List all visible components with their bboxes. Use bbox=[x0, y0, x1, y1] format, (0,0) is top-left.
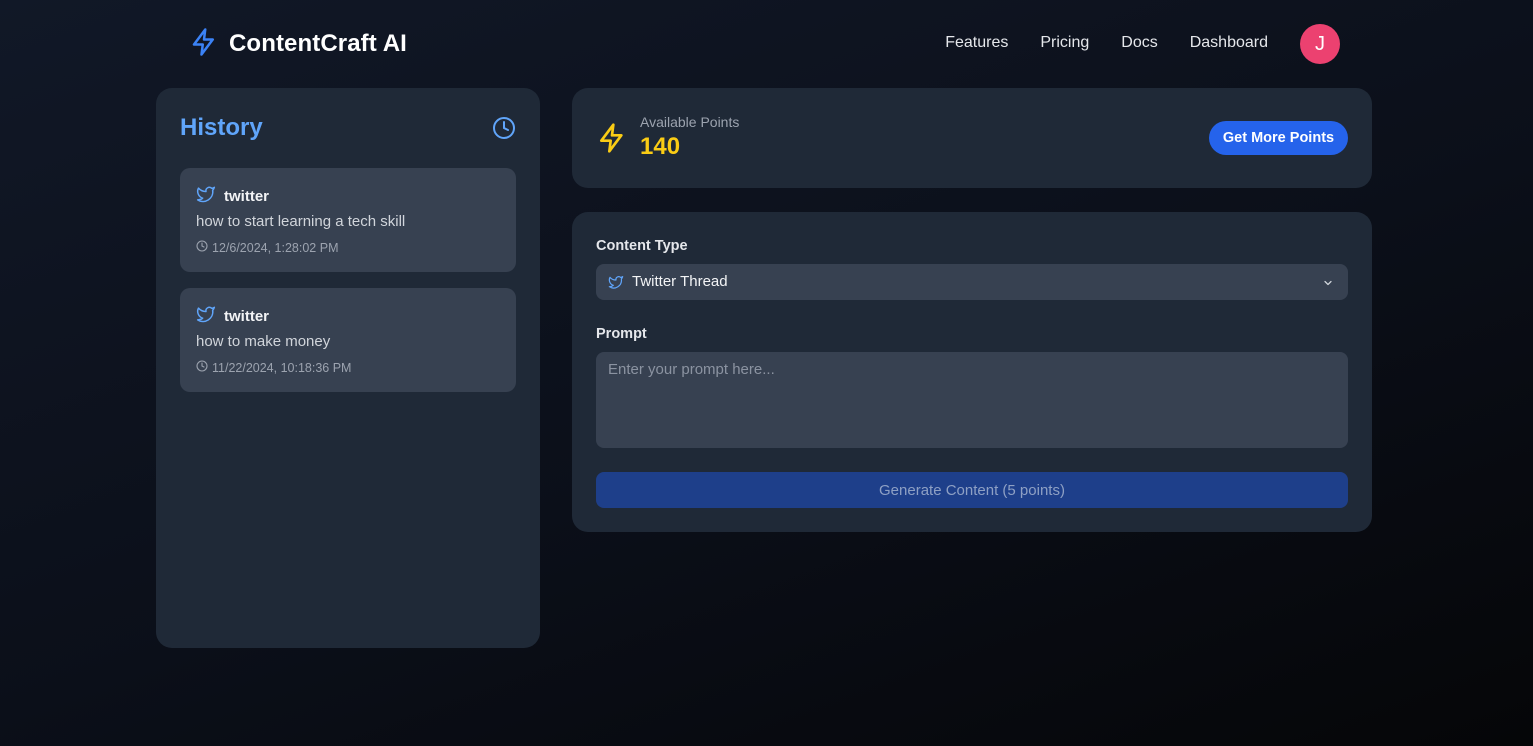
twitter-icon bbox=[196, 184, 216, 208]
generate-content-button[interactable]: Generate Content (5 points) bbox=[596, 472, 1348, 508]
history-item-time: 11/22/2024, 10:18:36 PM bbox=[196, 360, 351, 375]
history-item-prompt: how to make money bbox=[196, 333, 331, 350]
timestamp: 12/6/2024, 1:28:02 PM bbox=[212, 240, 339, 255]
history-item[interactable]: twitter how to make money 11/22/2024, 10… bbox=[180, 288, 516, 392]
points-card: Available Points 140 Get More Points bbox=[572, 88, 1372, 188]
nav-pricing[interactable]: Pricing bbox=[1040, 34, 1089, 52]
nav-dashboard[interactable]: Dashboard bbox=[1190, 34, 1268, 52]
twitter-icon bbox=[608, 274, 624, 295]
generate-form: Content Type Twitter Thread Prompt Gener… bbox=[572, 212, 1372, 532]
content-type-label: Content Type bbox=[596, 238, 688, 254]
content-type-select[interactable]: Twitter Thread bbox=[596, 264, 1348, 300]
platform-label: twitter bbox=[224, 307, 269, 325]
prompt-input[interactable] bbox=[596, 352, 1348, 448]
user-avatar[interactable]: J bbox=[1300, 24, 1340, 64]
history-panel: History twitter how to start learning a … bbox=[156, 88, 540, 648]
history-item[interactable]: twitter how to start learning a tech ski… bbox=[180, 168, 516, 272]
history-item-time: 12/6/2024, 1:28:02 PM bbox=[196, 240, 338, 255]
main-nav: Features Pricing Docs Dashboard bbox=[945, 34, 1268, 52]
twitter-icon bbox=[196, 304, 216, 328]
clock-icon bbox=[196, 240, 208, 255]
chevron-down-icon bbox=[1322, 276, 1334, 294]
clock-icon bbox=[196, 360, 208, 375]
lightning-bolt-icon bbox=[189, 26, 219, 63]
timestamp: 11/22/2024, 10:18:36 PM bbox=[212, 360, 352, 375]
lightning-bolt-icon bbox=[596, 121, 628, 160]
history-item-prompt: how to start learning a tech skill bbox=[196, 213, 406, 230]
nav-docs[interactable]: Docs bbox=[1121, 34, 1157, 52]
points-value: 140 bbox=[640, 133, 681, 160]
history-item-platform: twitter bbox=[196, 184, 269, 208]
brand-logo[interactable]: ContentCraft AI bbox=[189, 27, 407, 61]
content-type-value: Twitter Thread bbox=[632, 273, 728, 290]
points-label: Available Points bbox=[640, 114, 740, 130]
platform-label: twitter bbox=[224, 187, 269, 205]
top-navbar: ContentCraft AI Features Pricing Docs Da… bbox=[0, 0, 1533, 88]
history-item-platform: twitter bbox=[196, 304, 269, 328]
get-more-points-button[interactable]: Get More Points bbox=[1209, 121, 1348, 155]
brand-name: ContentCraft AI bbox=[229, 30, 407, 57]
prompt-label: Prompt bbox=[596, 326, 647, 342]
avatar-initial: J bbox=[1315, 32, 1325, 55]
nav-features[interactable]: Features bbox=[945, 34, 1008, 52]
history-title: History bbox=[180, 114, 263, 141]
clock-icon bbox=[492, 116, 516, 145]
